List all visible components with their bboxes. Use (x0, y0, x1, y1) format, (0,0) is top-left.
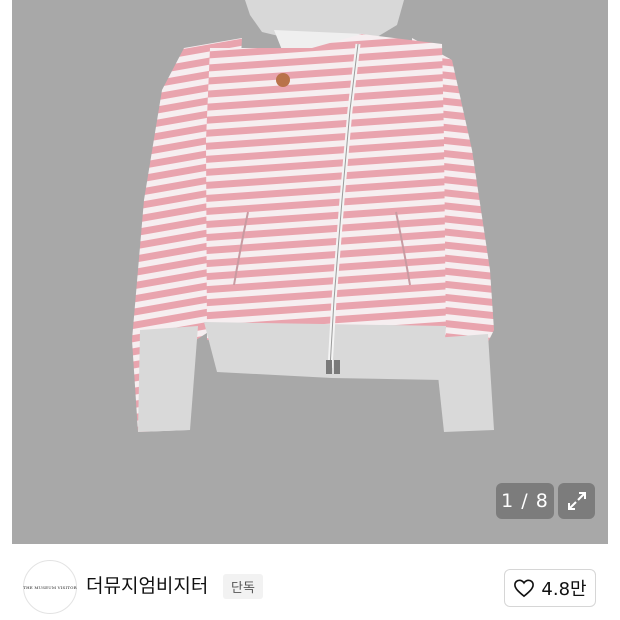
expand-button[interactable] (558, 483, 595, 519)
shop-name[interactable]: 더뮤지엄비지터 (86, 575, 208, 597)
product-image-gallery[interactable]: 1 / 8 (0, 0, 620, 544)
like-count: 4.8만 (541, 579, 587, 600)
striped-zip-hoodie-image (132, 0, 494, 432)
exclusive-badge: 단독 (223, 574, 263, 599)
heart-icon (514, 579, 535, 598)
image-counter: 1 / 8 (496, 483, 554, 519)
product-photo[interactable] (12, 0, 608, 544)
expand-icon (567, 492, 586, 510)
shop-logo-text: THE MUSEUM VISITOR (23, 584, 77, 590)
shop-info-bar: THE MUSEUM VISITOR 더뮤지엄비지터 단독 4.8만 (0, 544, 620, 620)
like-button[interactable]: 4.8만 (504, 569, 596, 607)
shop-logo[interactable]: THE MUSEUM VISITOR (23, 560, 77, 614)
